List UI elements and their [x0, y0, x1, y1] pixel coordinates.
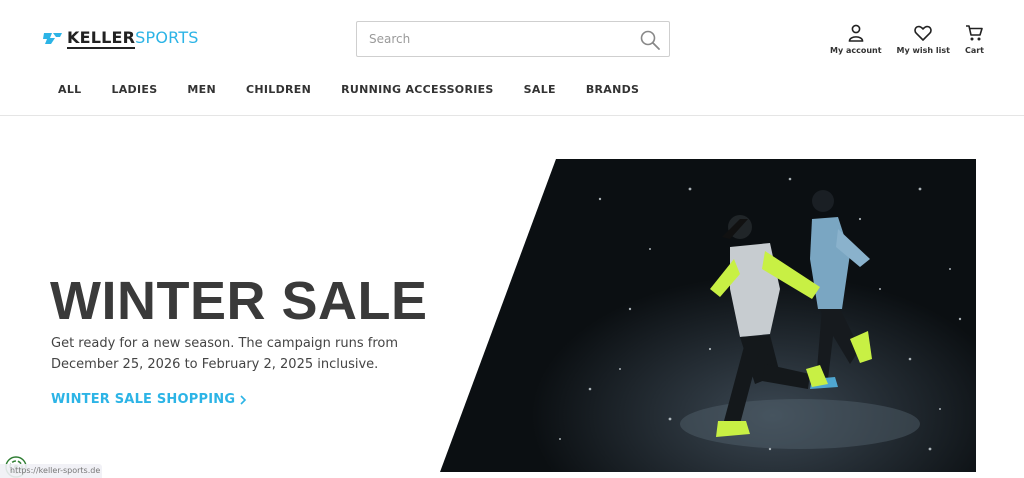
my-wish-list-label: My wish list	[896, 46, 950, 55]
search-box	[356, 21, 670, 57]
site-header: KELLERSPORTS My account My wish list	[0, 0, 1024, 116]
nav-item-running-accessories[interactable]: RUNNING ACCESSORIES	[341, 83, 494, 96]
brand-name: KELLERSPORTS	[67, 28, 199, 49]
nav-item-sale[interactable]: SALE	[524, 83, 556, 96]
my-account-link[interactable]: My account	[830, 24, 882, 55]
nav-item-men[interactable]: MEN	[187, 83, 216, 96]
brand-logo[interactable]: KELLERSPORTS	[43, 28, 199, 49]
hero-title: WINTER SALE	[50, 271, 428, 331]
search-input[interactable]	[369, 22, 629, 56]
hero-description: Get ready for a new season. The campaign…	[51, 336, 399, 372]
hero-image[interactable]	[440, 159, 976, 472]
nav-item-all[interactable]: ALL	[58, 83, 81, 96]
cart-icon	[966, 25, 984, 41]
search-icon	[640, 30, 660, 50]
hero-cta-label: WINTER SALE SHOPPING	[51, 392, 236, 407]
brand-name-part1: KELLER	[67, 28, 136, 49]
search-button[interactable]	[639, 29, 661, 51]
brand-logo-icon	[43, 32, 62, 44]
nav-item-ladies[interactable]: LADIES	[111, 83, 157, 96]
nav-item-children[interactable]: CHILDREN	[246, 83, 311, 96]
heart-icon	[914, 25, 932, 41]
cart-link[interactable]: Cart	[965, 24, 984, 55]
status-bar-url: https://keller-sports.de	[0, 464, 102, 478]
my-wish-list-link[interactable]: My wish list	[897, 24, 950, 55]
main-nav: ALL LADIES MEN CHILDREN RUNNING ACCESSOR…	[58, 83, 669, 96]
brand-name-part2: SPORTS	[135, 28, 199, 47]
user-icon	[848, 24, 864, 42]
winter-sale-shopping-link[interactable]: WINTER SALE SHOPPING	[51, 392, 247, 407]
nav-item-brands[interactable]: BRANDS	[586, 83, 639, 96]
account-links: My account My wish list Cart	[830, 24, 984, 55]
my-account-label: My account	[829, 46, 882, 55]
cart-label: Cart	[964, 46, 984, 55]
chevron-right-icon	[240, 394, 247, 405]
